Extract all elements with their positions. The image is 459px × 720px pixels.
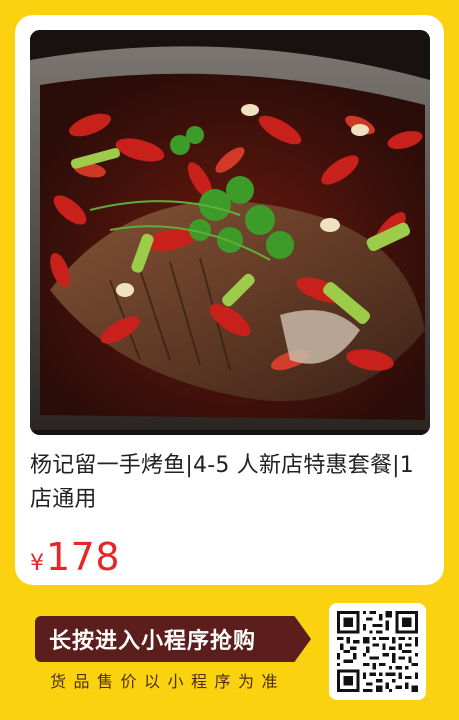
product-title: 杨记留一手烤鱼|4-5 人新店特惠套餐|1店通用: [30, 453, 414, 512]
product-image[interactable]: [30, 30, 430, 435]
price-disclaimer: 货品售价以小程序为准: [50, 672, 286, 691]
currency-symbol: ¥: [30, 551, 44, 576]
product-card[interactable]: 杨记留一手烤鱼|4-5 人新店特惠套餐|1店通用 ¥ 178: [15, 15, 444, 585]
price-amount: 178: [46, 535, 121, 579]
mini-program-button[interactable]: 长按进入小程序抢购: [35, 616, 311, 662]
qr-code[interactable]: [329, 603, 426, 700]
product-price: ¥ 178: [30, 535, 120, 579]
mini-program-button-label: 长按进入小程序抢购: [49, 629, 257, 654]
qr-code-icon: [337, 611, 418, 692]
